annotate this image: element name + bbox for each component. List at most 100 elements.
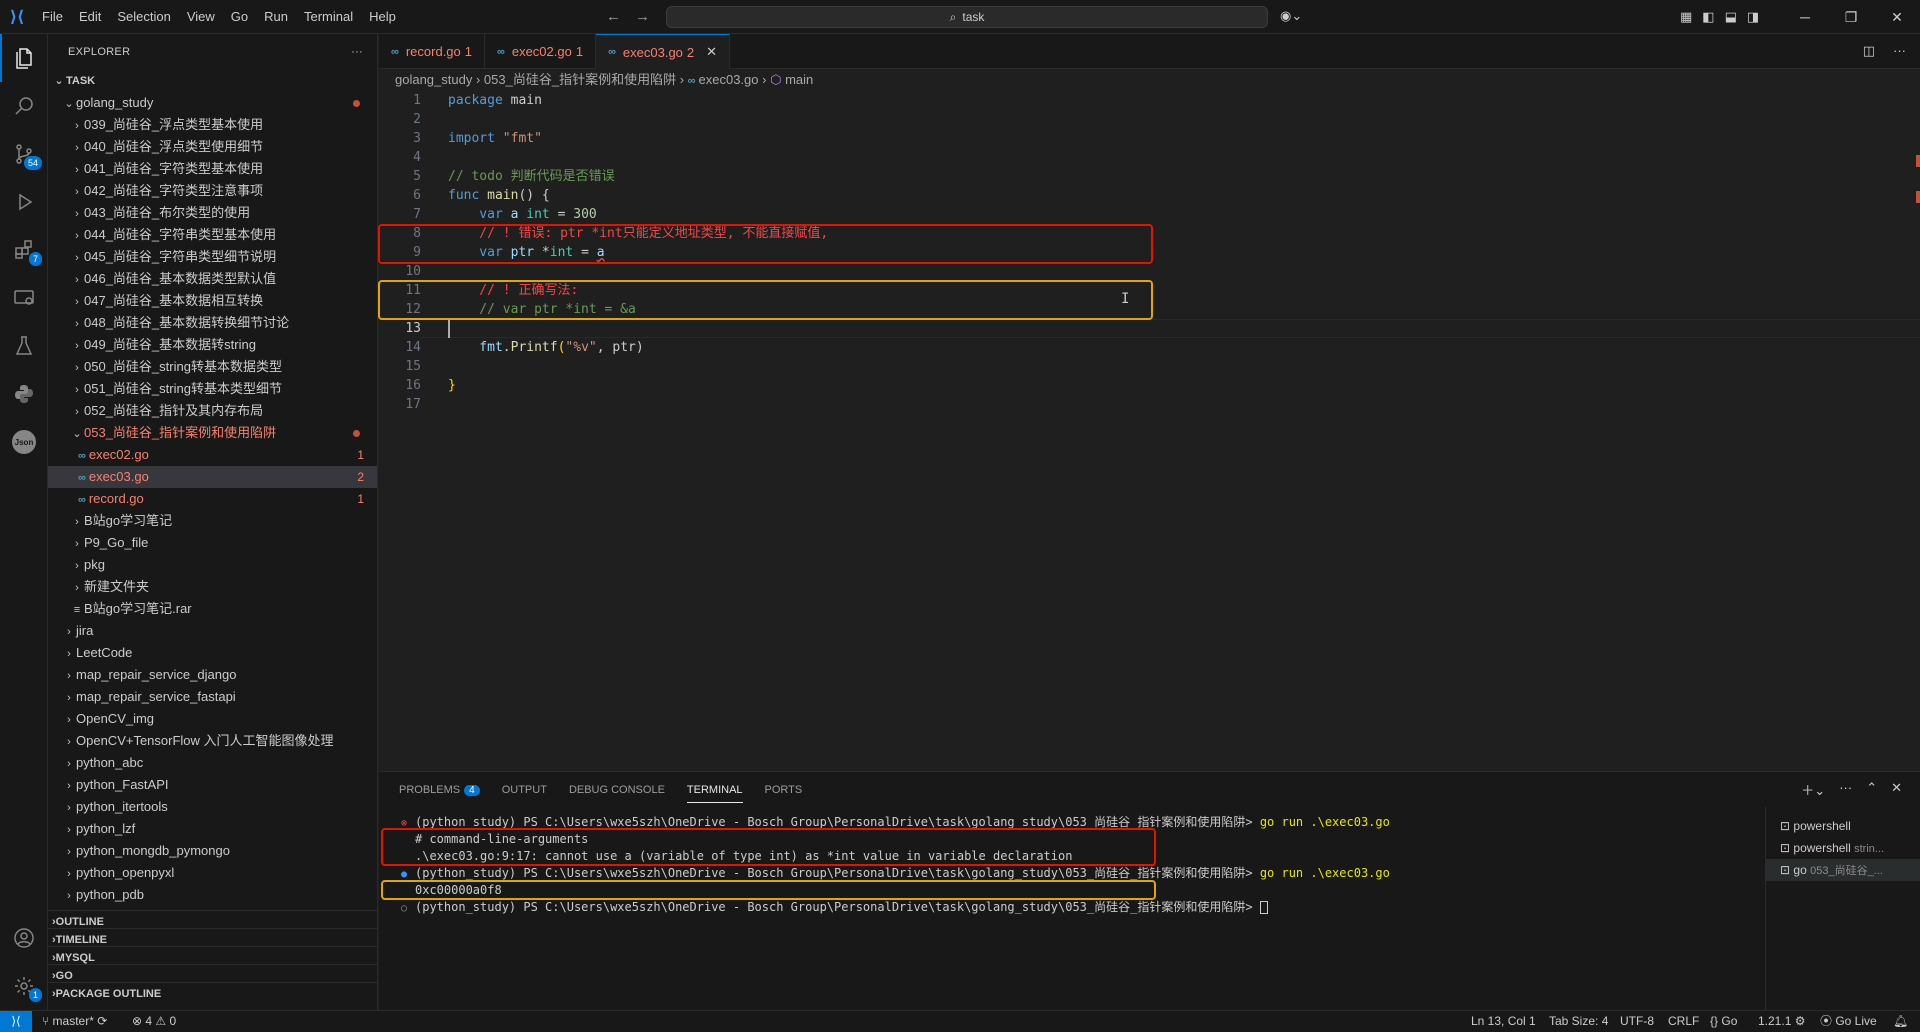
folder-item[interactable]: › python_openpyxl — [48, 862, 377, 884]
menu-help[interactable]: Help — [361, 0, 404, 34]
folder-item[interactable]: › python_mongdb_pymongo — [48, 840, 377, 862]
breadcrumb-item[interactable]: 053_尚硅谷_指针案例和使用陷阱 — [484, 72, 676, 87]
go-live-button[interactable]: ⦿ Go Live — [1820, 1011, 1877, 1032]
menu-run[interactable]: Run — [256, 0, 296, 34]
breadcrumb-item[interactable]: golang_study — [395, 72, 472, 87]
file-item[interactable]: ∞ record.go 1 — [48, 488, 377, 510]
folder-item[interactable]: › 045_尚硅谷_字符串类型细节说明 — [48, 246, 377, 268]
folder-item[interactable]: ⌄ golang_study — [48, 92, 377, 114]
section-package-outline[interactable]: ›PACKAGE OUTLINE — [48, 982, 377, 1004]
terminal-item-go[interactable]: ⊡ go 053_尚硅谷_... — [1766, 859, 1920, 881]
file-item[interactable]: ∞ exec03.go 2 — [48, 466, 377, 488]
forward-arrow-icon[interactable]: → — [635, 0, 650, 34]
folder-item[interactable]: › 048_尚硅谷_基本数据转换细节讨论 — [48, 312, 377, 334]
folder-item[interactable]: › 051_尚硅谷_string转基本类型细节 — [48, 378, 377, 400]
breadcrumb-item[interactable]: main — [785, 72, 813, 87]
folder-item[interactable]: › python_FastAPI — [48, 774, 377, 796]
folder-item[interactable]: › jira — [48, 620, 377, 642]
folder-item[interactable]: › B站go学习笔记 — [48, 510, 377, 532]
close-window-icon[interactable]: ✕ — [1874, 0, 1920, 34]
panel-more-icon[interactable]: ··· — [1839, 780, 1852, 799]
folder-item[interactable]: › pkg — [48, 554, 377, 576]
branch-indicator[interactable]: ⑂ master* ⟳ — [42, 1011, 107, 1032]
toggle-panel-icon[interactable]: ⬓ — [1725, 0, 1737, 34]
folder-item[interactable]: › LeetCode — [48, 642, 377, 664]
folder-item[interactable]: › map_repair_service_django — [48, 664, 377, 686]
menu-terminal[interactable]: Terminal — [296, 0, 361, 34]
remote-explorer-icon[interactable] — [0, 274, 48, 322]
menu-file[interactable]: File — [34, 0, 71, 34]
terminal-item-powershell-2[interactable]: ⊡ powershell strin... — [1766, 837, 1920, 859]
file-item[interactable]: ∞ exec02.go 1 — [48, 444, 377, 466]
folder-item[interactable]: › python_itertools — [48, 796, 377, 818]
menu-go[interactable]: Go — [223, 0, 256, 34]
go-version[interactable]: 1.21.1 ⚙ — [1758, 1011, 1805, 1032]
folder-item[interactable]: › 039_尚硅谷_浮点类型基本使用 — [48, 114, 377, 136]
split-editor-icon[interactable]: ◫ — [1863, 43, 1875, 59]
accounts-icon[interactable] — [0, 914, 48, 962]
folder-item[interactable]: › 050_尚硅谷_string转基本数据类型 — [48, 356, 377, 378]
folder-item[interactable]: › OpenCV+TensorFlow 入门人工智能图像处理 — [48, 730, 377, 752]
tab-size[interactable]: Tab Size: 4 — [1549, 1011, 1608, 1032]
folder-item[interactable]: › 046_尚硅谷_基本数据类型默认值 — [48, 268, 377, 290]
folder-item[interactable]: › P9_Go_file — [48, 532, 377, 554]
toggle-secondary-sidebar-icon[interactable]: ◨ — [1747, 0, 1759, 34]
maximize-panel-icon[interactable]: ⌃ — [1866, 780, 1877, 799]
panel-tab-problems[interactable]: PROBLEMS 4 — [399, 784, 480, 796]
file-item[interactable]: ≡ B站go学习笔记.rar — [48, 598, 377, 620]
back-arrow-icon[interactable]: ← — [606, 0, 621, 34]
extensions-icon[interactable]: 7 — [0, 226, 48, 274]
python-icon[interactable] — [0, 370, 48, 418]
close-tab-icon[interactable]: ✕ — [706, 44, 717, 60]
settings-gear-icon[interactable]: 1 — [0, 962, 48, 1010]
language-mode[interactable]: {} Go — [1710, 1011, 1737, 1032]
menu-view[interactable]: View — [179, 0, 223, 34]
code-editor[interactable]: 1 2 3 4 5 6 7 8 9 10 11 12 13 14 15 16 17 package main i… — [378, 91, 1920, 771]
cursor-position[interactable]: Ln 13, Col 1 — [1471, 1011, 1536, 1032]
toggle-sidebar-icon[interactable]: ◧ — [1702, 0, 1714, 34]
menu-edit[interactable]: Edit — [71, 0, 109, 34]
problems-indicator[interactable]: ⊗ 4 ⚠ 0 — [132, 1011, 176, 1032]
restore-icon[interactable]: ❐ — [1828, 0, 1874, 34]
search-view-icon[interactable] — [0, 82, 48, 130]
breadcrumb-item[interactable]: exec03.go — [699, 72, 759, 87]
folder-item[interactable]: › 041_尚硅谷_字符类型基本使用 — [48, 158, 377, 180]
folder-item[interactable]: › 044_尚硅谷_字符串类型基本使用 — [48, 224, 377, 246]
folder-item[interactable]: › 052_尚硅谷_指针及其内存布局 — [48, 400, 377, 422]
folder-item[interactable]: ⌄ 053_尚硅谷_指针案例和使用陷阱 — [48, 422, 377, 444]
folder-item[interactable]: › python_lzf — [48, 818, 377, 840]
testing-icon[interactable] — [0, 322, 48, 370]
folder-item[interactable]: › OpenCV_img — [48, 708, 377, 730]
folder-item[interactable]: › 新建文件夹 — [48, 576, 377, 598]
folder-item[interactable]: › 042_尚硅谷_字符类型注意事项 — [48, 180, 377, 202]
notifications-bell-icon[interactable]: 🔔︎ — [1893, 1011, 1908, 1032]
explorer-icon[interactable] — [0, 34, 48, 82]
more-actions-icon[interactable]: ··· — [351, 46, 363, 58]
minimize-icon[interactable]: ─ — [1782, 0, 1828, 34]
run-debug-icon[interactable] — [0, 178, 48, 226]
json-icon[interactable]: Json — [0, 418, 48, 466]
workspace-root[interactable]: ⌄ TASK — [48, 70, 377, 92]
editor-more-icon[interactable]: ··· — [1893, 43, 1906, 59]
remote-indicator-icon[interactable]: ⟩⟨ — [0, 1011, 32, 1032]
customize-layout-icon[interactable]: ▦ — [1680, 0, 1692, 34]
tab-exec02-go[interactable]: ∞ exec02.go 1 — [485, 34, 597, 69]
folder-item[interactable]: › python_pdb — [48, 884, 377, 906]
folder-item[interactable]: › 049_尚硅谷_基本数据转string — [48, 334, 377, 356]
folder-item[interactable]: › map_repair_service_fastapi — [48, 686, 377, 708]
terminal-item-powershell[interactable]: ⊡ powershell — [1766, 815, 1920, 837]
menu-selection[interactable]: Selection — [109, 0, 178, 34]
folder-item[interactable]: › 040_尚硅谷_浮点类型使用细节 — [48, 136, 377, 158]
editor-scrollbar[interactable] — [1908, 91, 1920, 771]
panel-tab-terminal[interactable]: TERMINAL — [686, 784, 743, 803]
panel-tab-ports[interactable]: PORTS — [765, 784, 803, 796]
folder-item[interactable]: › 043_尚硅谷_布尔类型的使用 — [48, 202, 377, 224]
copilot-icon[interactable]: ◉⌄ — [1280, 8, 1302, 24]
encoding[interactable]: UTF-8 — [1620, 1011, 1654, 1032]
tab-exec03-go[interactable]: ∞ exec03.go 2 ✕ — [596, 34, 731, 69]
command-center-search[interactable]: ⌕ task — [666, 6, 1268, 28]
panel-tab-output[interactable]: OUTPUT — [502, 784, 547, 796]
line-ending[interactable]: CRLF — [1668, 1011, 1699, 1032]
close-panel-icon[interactable]: ✕ — [1891, 780, 1902, 799]
tab-record-go[interactable]: ∞ record.go 1 — [379, 34, 485, 69]
